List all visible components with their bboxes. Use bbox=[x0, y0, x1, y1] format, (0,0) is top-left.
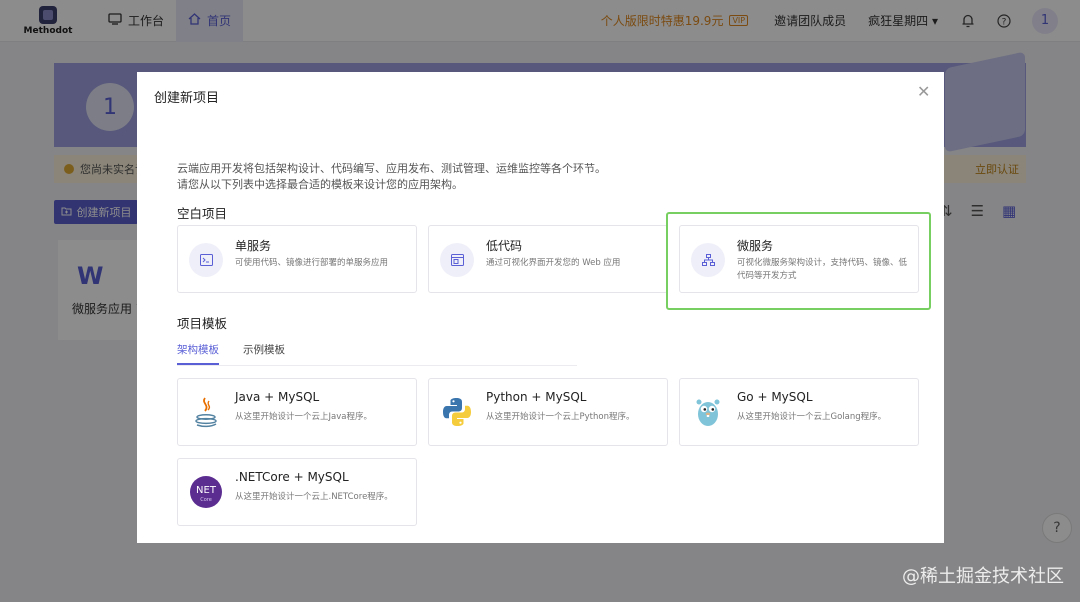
card-description: 可使用代码、镜像进行部署的单服务应用 bbox=[235, 258, 389, 268]
create-project-dialog: 创建新项目 ✕ 云端应用开发将包括架构设计、代码编写、应用发布、测试管理、运维监… bbox=[137, 72, 944, 543]
card-description: 通过可视化界面开发您的 Web 应用 bbox=[486, 258, 621, 268]
python-mysql-template[interactable]: Python + MySQL 从这里开始设计一个云上Python程序。 bbox=[428, 378, 668, 446]
java-logo bbox=[189, 395, 223, 429]
lowcode-page-icon bbox=[440, 243, 474, 277]
template-description: 从这里开始设计一个云上Java程序。 bbox=[235, 412, 372, 422]
low-code-card[interactable]: 低代码 通过可视化界面开发您的 Web 应用 bbox=[428, 225, 668, 293]
go-gopher-logo bbox=[691, 395, 725, 429]
template-heading: 项目模板 bbox=[177, 316, 228, 331]
template-description: 从这里开始设计一个云上Golang程序。 bbox=[737, 412, 887, 422]
dotnet-mysql-template[interactable]: NET Core .NETCore + MySQL 从这里开始设计一个云上.NE… bbox=[177, 458, 417, 526]
tab-example-templates[interactable]: 示例模板 bbox=[243, 342, 285, 365]
description-line-1: 云端应用开发将包括架构设计、代码编写、应用发布、测试管理、运维监控等各个环节。 bbox=[177, 162, 606, 175]
template-name: Java + MySQL bbox=[235, 390, 320, 404]
dialog-description: 云端应用开发将包括架构设计、代码编写、应用发布、测试管理、运维监控等各个环节。 … bbox=[177, 161, 606, 193]
java-mysql-template[interactable]: Java + MySQL 从这里开始设计一个云上Java程序。 bbox=[177, 378, 417, 446]
template-description: 从这里开始设计一个云上Python程序。 bbox=[486, 412, 635, 422]
selection-highlight bbox=[666, 212, 931, 310]
terminal-icon bbox=[189, 243, 223, 277]
python-logo bbox=[440, 395, 474, 429]
template-name: Go + MySQL bbox=[737, 390, 813, 404]
blank-project-heading: 空白项目 bbox=[177, 206, 228, 221]
template-description: 从这里开始设计一个云上.NETCore程序。 bbox=[235, 492, 393, 502]
template-name: Python + MySQL bbox=[486, 390, 587, 404]
go-mysql-template[interactable]: Go + MySQL 从这里开始设计一个云上Golang程序。 bbox=[679, 378, 919, 446]
dotnet-logo-text: NET bbox=[196, 485, 217, 496]
description-line-2: 请您从以下列表中选择最合适的模板来设计您的应用架构。 bbox=[177, 178, 463, 191]
card-name: 单服务 bbox=[235, 239, 272, 253]
single-service-card[interactable]: 单服务 可使用代码、镜像进行部署的单服务应用 bbox=[177, 225, 417, 293]
template-tabs: 架构模板 示例模板 bbox=[177, 342, 285, 365]
tab-divider bbox=[177, 365, 577, 366]
template-name: .NETCore + MySQL bbox=[235, 470, 349, 484]
tab-architecture-templates[interactable]: 架构模板 bbox=[177, 342, 219, 365]
card-name: 低代码 bbox=[486, 239, 523, 253]
close-icon[interactable]: ✕ bbox=[917, 82, 930, 101]
dialog-title: 创建新项目 bbox=[154, 91, 220, 106]
watermark: @稀土掘金技术社区 bbox=[902, 566, 1064, 587]
dotnet-logo-subtext: Core bbox=[200, 497, 212, 503]
dotnet-logo: NET Core bbox=[189, 475, 223, 509]
